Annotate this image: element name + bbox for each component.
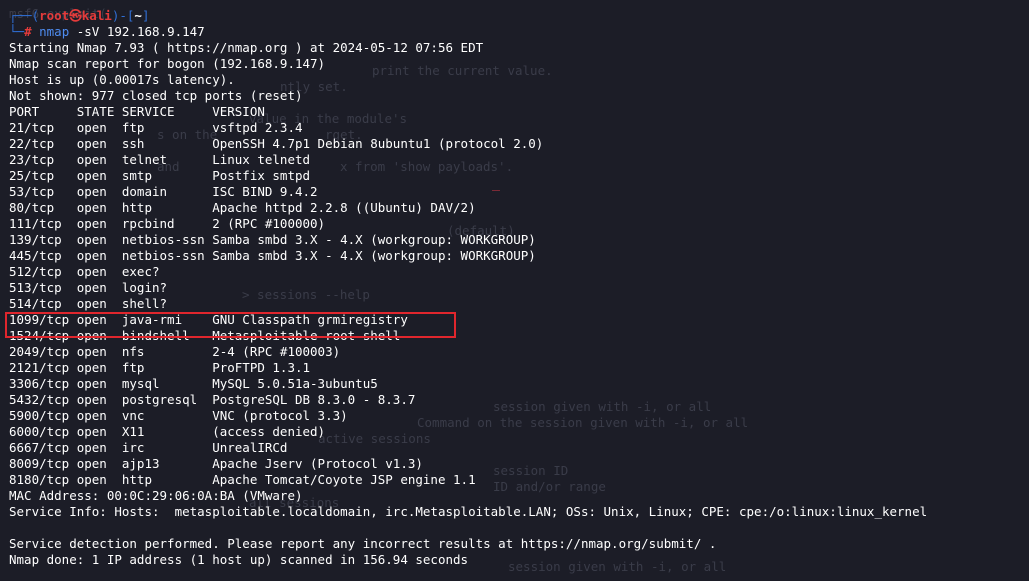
prompt-path: ~ (134, 8, 142, 23)
output-line: Starting Nmap 7.93 ( https://nmap.org ) … (9, 40, 484, 55)
root-hash-symbol: # (24, 24, 32, 39)
port-row: 513/tcp open login? (9, 280, 168, 295)
port-row: 514/tcp open shell? (9, 296, 168, 311)
port-row: 8009/tcp open ajp13 Apache Jserv (Protoc… (9, 456, 423, 471)
port-row: 23/tcp open telnet Linux telnetd (9, 152, 311, 167)
port-row: 1524/tcp open bindshell Metasploitable r… (9, 328, 401, 343)
port-row: 3306/tcp open mysql MySQL 5.0.51a-3ubunt… (9, 376, 378, 391)
command-args: -sV 192.168.9.147 (69, 24, 205, 39)
prompt-user-host: root㉿kali (39, 8, 112, 23)
nmap-output: Starting Nmap 7.93 ( https://nmap.org ) … (9, 40, 1029, 568)
terminal-output: ┌──(root㉿kali)-[~] └─# nmap -sV 192.168.… (9, 0, 1029, 568)
mac-address-line: MAC Address: 00:0C:29:06:0A:BA (VMware) (9, 488, 303, 503)
nmap-done-line: Nmap done: 1 IP address (1 host up) scan… (9, 552, 469, 567)
port-row: 22/tcp open ssh OpenSSH 4.7p1 Debian 8ub… (9, 136, 544, 151)
command-name: nmap (39, 24, 70, 39)
service-info-line: Service Info: Hosts: metasploitable.loca… (9, 504, 928, 519)
prompt-corner: └─ (9, 24, 25, 39)
port-row-java-rmi-highlighted: 1099/tcp open java-rmi GNU Classpath grm… (9, 312, 408, 327)
output-line: Not shown: 977 closed tcp ports (reset) (9, 88, 303, 103)
port-row: 6000/tcp open X11 (access denied) (9, 424, 326, 439)
port-row: 80/tcp open http Apache httpd 2.2.8 ((Ub… (9, 200, 476, 215)
port-row: 8180/tcp open http Apache Tomcat/Coyote … (9, 472, 476, 487)
terminal-window[interactable]: msf6 exploit( print the current value. n… (0, 0, 1029, 581)
port-row: 53/tcp open domain ISC BIND 9.4.2 (9, 184, 318, 199)
port-row: 5432/tcp open postgresql PostgreSQL DB 8… (9, 392, 416, 407)
service-detection-line: Service detection performed. Please repo… (9, 536, 717, 551)
port-row: 5900/tcp open vnc VNC (protocol 3.3) (9, 408, 348, 423)
port-row: 2049/tcp open nfs 2-4 (RPC #100003) (9, 344, 341, 359)
port-row: 6667/tcp open irc UnrealIRCd (9, 440, 288, 455)
prompt-bracket-close: ] (141, 8, 150, 23)
output-line: Nmap scan report for bogon (192.168.9.14… (9, 56, 326, 71)
port-row: 111/tcp open rpcbind 2 (RPC #100000) (9, 216, 326, 231)
prompt-line-2: └─# nmap -sV 192.168.9.147 (9, 24, 1029, 40)
prompt-bracket-mid: )-[ (111, 8, 135, 23)
prompt-bracket-open: ┌──( (9, 8, 40, 23)
port-row: 512/tcp open exec? (9, 264, 160, 279)
port-row: 445/tcp open netbios-ssn Samba smbd 3.X … (9, 248, 536, 263)
port-row: 21/tcp open ftp vsftpd 2.3.4 (9, 120, 303, 135)
port-row: 139/tcp open netbios-ssn Samba smbd 3.X … (9, 232, 536, 247)
port-table-header: PORT STATE SERVICE VERSION (9, 104, 265, 119)
port-row: 25/tcp open smtp Postfix smtpd (9, 168, 311, 183)
output-line: Host is up (0.00017s latency). (9, 72, 235, 87)
port-row: 2121/tcp open ftp ProFTPD 1.3.1 (9, 360, 311, 375)
prompt-line-1: ┌──(root㉿kali)-[~] (9, 8, 1029, 24)
